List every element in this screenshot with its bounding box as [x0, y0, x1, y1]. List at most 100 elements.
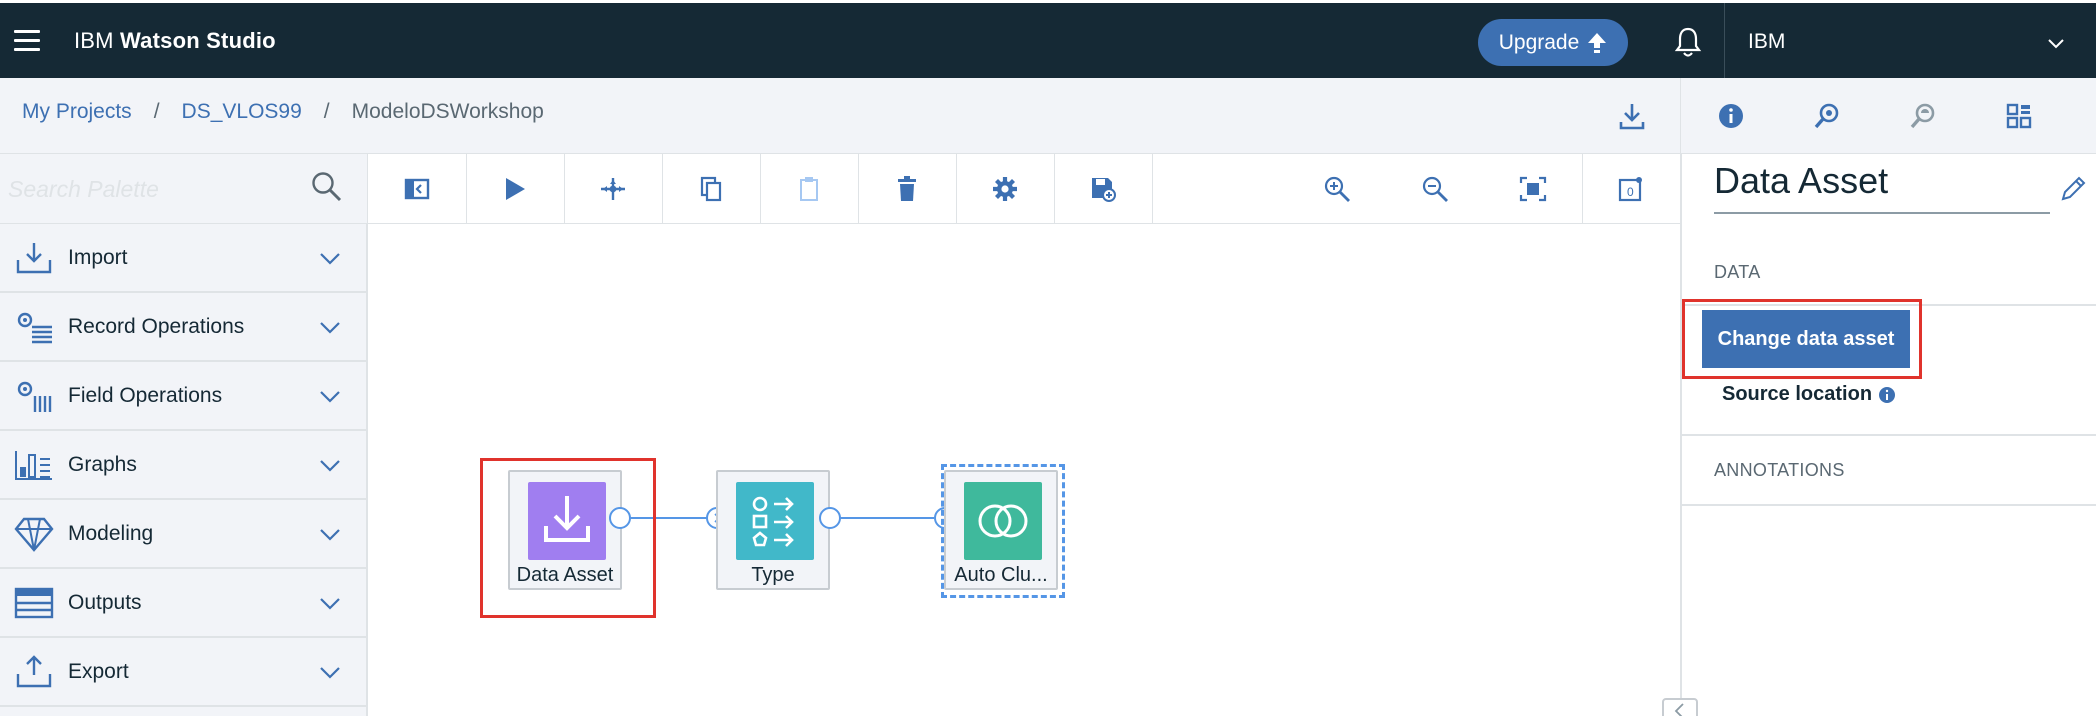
auto-cluster-tile: [964, 482, 1042, 560]
toggle-palette-button[interactable]: [368, 154, 466, 224]
zoom-in-icon: [1324, 176, 1350, 202]
import-icon: [16, 243, 52, 274]
type-field-icon: [752, 496, 794, 547]
output-port[interactable]: [819, 507, 841, 529]
breadcrumb-current-flow: ModeloDSWorkshop: [351, 100, 544, 123]
breadcrumb-separator: /: [323, 100, 330, 123]
save-as-model-button[interactable]: [1054, 154, 1152, 224]
node-title[interactable]: Data Asset: [1714, 160, 1888, 202]
flow-canvas[interactable]: Data Asset Type Auto Clu...: [368, 224, 1680, 716]
palette-category-import[interactable]: Import: [0, 224, 366, 293]
upgrade-button[interactable]: Upgrade: [1478, 19, 1628, 66]
chevron-down-icon[interactable]: [2046, 33, 2066, 53]
palette-category-label: Graphs: [68, 453, 137, 476]
chevron-down-icon: [320, 253, 340, 265]
zoom-out-button[interactable]: [1386, 154, 1484, 224]
export-icon: [16, 655, 52, 688]
palette-category-label: Export: [68, 660, 129, 683]
palette-category-graphs[interactable]: Graphs: [0, 431, 366, 500]
paste-icon: [800, 177, 818, 201]
data-section-label: DATA: [1714, 262, 1761, 282]
save-model-icon: [1092, 178, 1116, 202]
breadcrumb-bar: My Projects / DS_VLOS99 / ModeloDSWorksh…: [0, 78, 1680, 154]
data-section-header[interactable]: DATA: [1682, 236, 2096, 306]
run-flow-button[interactable]: [466, 154, 564, 224]
hamburger-menu-icon[interactable]: [14, 30, 40, 52]
palette-category-field-operations[interactable]: Field Operations: [0, 362, 366, 431]
chevron-down-icon: [320, 667, 340, 679]
node-label: Data Asset: [516, 564, 614, 586]
copy-button[interactable]: [662, 154, 760, 224]
palette-category-label: Record Operations: [68, 315, 245, 338]
find-node-icon[interactable]: [1811, 100, 1843, 132]
copy-icon: [700, 176, 722, 202]
toggle-palette-icon: [404, 178, 430, 200]
change-data-asset-button[interactable]: Change data asset: [1702, 310, 1910, 368]
upgrade-arrow-icon: [1588, 32, 1607, 53]
comment-button[interactable]: 0: [1582, 154, 1680, 224]
properties-icon-bar: [1680, 78, 2096, 154]
node-label: Auto Clu...: [954, 564, 1048, 586]
app-brand[interactable]: IBM Watson Studio: [74, 28, 276, 54]
outputs-icon: [14, 587, 54, 619]
play-icon: [506, 178, 525, 200]
node-palette: Import Record Operations Field Operation…: [0, 224, 368, 716]
palette-category-outputs[interactable]: Outputs: [0, 569, 366, 638]
search-icon[interactable]: [310, 170, 344, 204]
fit-to-screen-button[interactable]: [1484, 154, 1582, 224]
download-icon[interactable]: [1616, 100, 1648, 132]
info-icon[interactable]: [1715, 100, 1747, 132]
data-asset-tile: [528, 482, 606, 560]
modeling-icon: [14, 517, 54, 552]
dashboard-grid-icon[interactable]: [2003, 100, 2035, 132]
palette-category-modeling[interactable]: Modeling: [0, 500, 366, 569]
palette-category-record-operations[interactable]: Record Operations: [0, 293, 366, 362]
zoom-in-button[interactable]: [1288, 154, 1386, 224]
fit-to-screen-icon: [1519, 176, 1547, 202]
auto-arrange-icon: [601, 178, 625, 200]
annotations-section-label: ANNOTATIONS: [1714, 460, 1845, 480]
chevron-down-icon: [320, 529, 340, 541]
svg-text:0: 0: [1627, 185, 1634, 199]
annotations-section-header[interactable]: ANNOTATIONS: [1682, 436, 2096, 506]
collapse-panel-tab[interactable]: [1662, 698, 1698, 716]
breadcrumb-project[interactable]: DS_VLOS99: [182, 100, 302, 124]
comments-balloon-icon[interactable]: [1907, 100, 1939, 132]
flow-settings-button[interactable]: [956, 154, 1054, 224]
paste-button[interactable]: [760, 154, 858, 224]
title-underline: [1714, 212, 2050, 214]
topbar-divider: [1724, 3, 1725, 81]
node-label: Type: [751, 564, 795, 586]
link-type-to-auto-cluster[interactable]: [840, 517, 934, 519]
upgrade-label: Upgrade: [1498, 30, 1580, 54]
link-data-asset-to-type[interactable]: [630, 517, 716, 519]
auto-arrange-button[interactable]: [564, 154, 662, 224]
node-data-asset[interactable]: Data Asset: [508, 470, 622, 590]
chevron-down-icon: [320, 322, 340, 334]
output-port[interactable]: [609, 507, 631, 529]
account-switcher[interactable]: IBM: [1748, 30, 1785, 54]
pencil-edit-icon[interactable]: [2058, 174, 2088, 204]
breadcrumb-separator: /: [153, 100, 160, 123]
node-auto-cluster[interactable]: Auto Clu...: [944, 470, 1058, 590]
node-type[interactable]: Type: [716, 470, 830, 590]
palette-category-export[interactable]: Export: [0, 638, 366, 707]
notifications-bell-icon[interactable]: [1672, 25, 1704, 59]
chevron-down-icon: [320, 391, 340, 403]
gear-icon: [993, 177, 1017, 201]
palette-category-label: Modeling: [68, 522, 154, 545]
palette-category-label: Import: [68, 246, 128, 269]
info-icon[interactable]: [1878, 386, 1896, 404]
palette-category-label: Outputs: [68, 591, 142, 614]
graphs-icon: [15, 451, 52, 480]
top-bar: IBM Watson Studio Upgrade IBM: [0, 0, 2096, 81]
record-operations-icon: [17, 312, 52, 344]
add-comment-icon: 0: [1618, 177, 1642, 202]
breadcrumb-my-projects[interactable]: My Projects: [22, 100, 132, 124]
field-operations-icon: [17, 381, 52, 412]
canvas-toolbar: 0: [368, 154, 1680, 224]
properties-panel: Data Asset DATA Change data asset Source…: [1680, 154, 2096, 716]
type-tile: [736, 482, 814, 560]
search-palette-input[interactable]: [8, 170, 298, 208]
delete-button[interactable]: [858, 154, 956, 224]
